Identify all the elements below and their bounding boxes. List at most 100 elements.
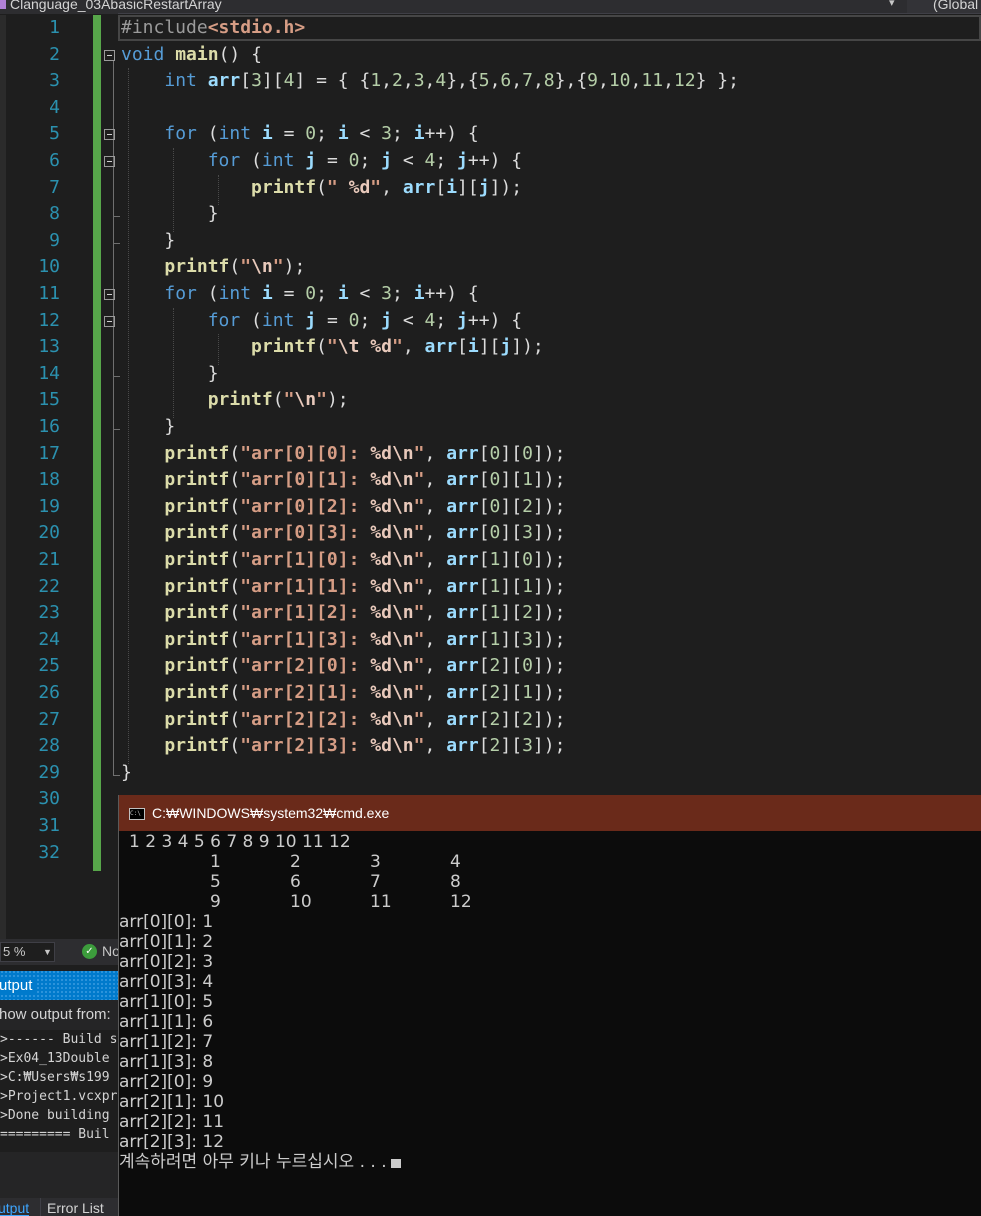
output-source-label: how output from: [0, 1006, 111, 1023]
console-line: arr[0][1]: 2 [119, 932, 214, 952]
output-line: ========= Buil [0, 1127, 110, 1142]
code-line[interactable]: void main() { [121, 42, 262, 68]
console-value: 5 [210, 872, 221, 892]
code-line[interactable]: printf("arr[1][2]: %d\n", arr[1][2]); [121, 600, 565, 626]
collapse-icon[interactable] [104, 315, 115, 327]
collapse-icon[interactable] [104, 129, 115, 141]
code-line[interactable]: #include<stdio.h> [121, 15, 305, 41]
line-number: 22 [38, 575, 60, 597]
outline-line [113, 326, 114, 376]
code-line[interactable]: for (int i = 0; i < 3; i++) { [121, 281, 478, 307]
line-number: 4 [49, 96, 60, 118]
console-title-bar[interactable]: C:\ C:₩WINDOWS₩system32₩cmd.exe [119, 795, 981, 831]
line-number: 24 [38, 628, 60, 650]
code-line[interactable]: printf("arr[0][3]: %d\n", arr[0][3]); [121, 520, 565, 546]
code-line[interactable]: } [121, 760, 132, 786]
file-dropdown-label: Clanguage_03AbasicRestartArray [10, 0, 222, 12]
line-number: 18 [38, 469, 60, 491]
zoom-dropdown[interactable]: 5 % ▼ [0, 942, 55, 962]
code-line[interactable]: printf("arr[1][0]: %d\n", arr[1][0]); [121, 547, 565, 573]
code-line[interactable]: printf("arr[0][2]: %d\n", arr[0][2]); [121, 494, 565, 520]
console-line: arr[0][3]: 4 [119, 972, 214, 992]
console-line: 1 2 3 4 5 6 7 8 9 10 11 12 [129, 832, 351, 852]
scope-dropdown[interactable]: (Global [907, 0, 981, 13]
line-number: 29 [38, 761, 60, 783]
chevron-down-icon[interactable]: ▼ [43, 943, 52, 961]
console-prompt: 계속하려면 아무 키나 누르십시오 . . . [119, 1152, 401, 1172]
output-line: >Ex04_13Double [0, 1051, 110, 1066]
collapse-icon[interactable] [104, 289, 115, 300]
code-line[interactable]: int arr[3][4] = { {1,2,3,4},{5,6,7,8},{9… [121, 68, 739, 94]
code-line[interactable]: printf("\n"); [121, 254, 305, 280]
line-number: 7 [49, 176, 60, 198]
collapse-icon[interactable] [104, 156, 115, 167]
chevron-down-icon[interactable]: ▾ [889, 0, 895, 9]
line-number: 25 [38, 655, 60, 677]
code-line[interactable]: printf("\n"); [121, 387, 349, 413]
tab-error-list[interactable]: Error List [47, 1199, 104, 1216]
editor-margin [0, 15, 6, 945]
line-number: 15 [38, 389, 60, 411]
line-number: 28 [38, 735, 60, 757]
output-tab-strip: utput Error List [0, 1198, 118, 1216]
line-number: 26 [38, 682, 60, 703]
code-line[interactable]: for (int i = 0; i < 3; i++) { [121, 121, 478, 147]
console-line: arr[2][1]: 10 [119, 1092, 225, 1112]
zoom-level: 5 % [3, 944, 26, 959]
code-line[interactable]: printf("arr[2][1]: %d\n", arr[2][1]); [121, 680, 565, 706]
console-line: arr[1][2]: 7 [119, 1032, 214, 1052]
code-line[interactable]: } [121, 201, 219, 227]
console-value: 2 [290, 852, 301, 872]
file-dropdown[interactable]: Clanguage_03AbasicRestartArray [0, 0, 900, 13]
output-panel-title[interactable]: utput [0, 971, 118, 1000]
outline-end [113, 774, 120, 776]
console-line: arr[1][3]: 8 [119, 1052, 214, 1072]
tab-output[interactable]: utput [0, 1199, 30, 1216]
console-window[interactable]: C:\ C:₩WINDOWS₩system32₩cmd.exe 1 2 3 4 … [118, 795, 981, 1216]
code-line[interactable]: } [121, 228, 175, 254]
line-number: 16 [38, 416, 60, 437]
console-line: arr[0][0]: 1 [119, 912, 214, 932]
navigation-bar: Clanguage_03AbasicRestartArray ▾ (Global [0, 0, 981, 14]
code-line[interactable]: for (int j = 0; j < 4; j++) { [121, 148, 522, 174]
console-line: arr[2][0]: 9 [119, 1072, 214, 1092]
outline-end [113, 429, 120, 430]
console-value: 8 [450, 872, 461, 892]
line-number: 6 [49, 150, 60, 171]
scope-dropdown-label: (Global [933, 0, 979, 12]
console-value: 6 [290, 872, 301, 892]
line-number: 32 [38, 841, 60, 863]
check-circle-icon[interactable]: ✓ [82, 944, 97, 959]
console-line: arr[2][3]: 12 [119, 1132, 225, 1152]
output-line: >Project1.vcxpr [0, 1089, 118, 1104]
line-number: 14 [38, 362, 60, 384]
line-number: 2 [49, 43, 60, 65]
console-value: 1 [210, 852, 221, 872]
collapse-icon[interactable] [104, 49, 115, 61]
code-line[interactable]: } [121, 361, 219, 387]
console-value: 12 [450, 892, 472, 912]
console-line: arr[1][1]: 6 [119, 1012, 214, 1032]
divider [118, 13, 981, 14]
output-log[interactable]: >------ Build s >Ex04_13Double >C:₩Users₩s… [0, 1030, 118, 1152]
code-line[interactable]: printf("arr[2][3]: %d\n", arr[2][3]); [121, 733, 565, 759]
console-line: arr[1][0]: 5 [119, 992, 214, 1012]
output-panel: utput how output from: >------ Build s >E… [0, 971, 118, 1216]
code-line[interactable]: } [121, 414, 175, 440]
console-line: arr[0][2]: 3 [119, 952, 214, 972]
code-line[interactable]: printf("arr[0][0]: %d\n", arr[0][0]); [121, 441, 565, 467]
line-number: 30 [38, 788, 60, 810]
code-line[interactable]: for (int j = 0; j < 4; j++) { [121, 308, 522, 334]
outline-line [113, 167, 114, 217]
code-line[interactable]: printf("\t %d", arr[i][j]); [121, 334, 544, 360]
code-line[interactable]: printf("arr[0][1]: %d\n", arr[0][1]); [121, 467, 565, 493]
code-line[interactable]: printf("arr[2][0]: %d\n", arr[2][0]); [121, 653, 565, 679]
line-number: 8 [49, 203, 60, 225]
console-value: 11 [370, 892, 392, 912]
code-line[interactable]: printf("arr[2][2]: %d\n", arr[2][2]); [121, 707, 565, 733]
code-line[interactable]: printf("arr[1][1]: %d\n", arr[1][1]); [121, 574, 565, 600]
console-title: C:₩WINDOWS₩system32₩cmd.exe [152, 805, 390, 821]
code-line[interactable]: printf(" %d", arr[i][j]); [121, 175, 522, 201]
line-number: 5 [49, 123, 60, 145]
code-line[interactable]: printf("arr[1][3]: %d\n", arr[1][3]); [121, 627, 565, 653]
